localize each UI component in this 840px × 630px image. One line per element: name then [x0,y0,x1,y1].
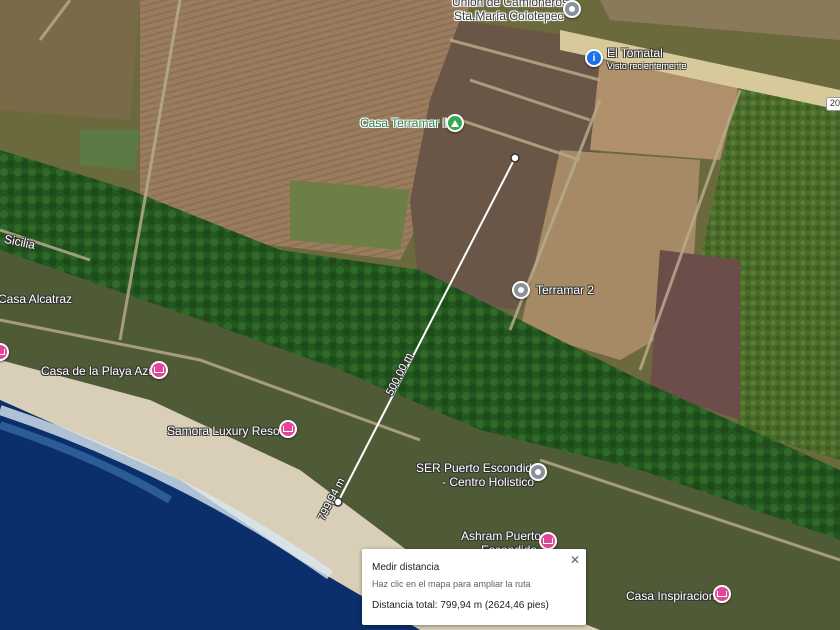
pin-dot-icon [569,6,575,12]
casa-alcatraz-label[interactable]: Casa Alcatraz [0,292,72,306]
terramar2-label[interactable]: Terramar 2 [536,283,594,297]
casa-terramar-label[interactable]: Casa Terramar II [360,116,449,130]
measure-distance-card: Medir distancia ✕ Haz clic en el mapa pa… [362,549,586,625]
casa-inspiracion-label[interactable]: Casa Inspiracion [626,589,715,603]
union-pin-icon[interactable] [563,0,581,18]
union-label-line2[interactable]: Sta.María Colotepec [454,9,563,23]
bed-icon [717,591,727,597]
tent-icon [451,119,459,127]
satellite-map[interactable] [0,0,840,630]
card-title: Medir distancia [372,562,440,573]
tomatal-sublabel: Visto recientemente [607,61,687,71]
close-icon[interactable]: ✕ [570,553,580,567]
pin-dot-icon [535,469,541,475]
farm-field-west [0,0,140,120]
samora-pin-icon[interactable] [279,420,297,438]
ser-label-line1[interactable]: SER Puerto Escondido [416,461,539,475]
bed-icon [0,349,5,355]
green-field-small [80,130,140,170]
card-hint: Haz clic en el mapa para ampliar la ruta [372,579,531,589]
ser-label-line2[interactable]: - Centro Holistico [442,475,534,489]
bed-icon [543,538,553,544]
ashram-label-line1[interactable]: Ashram Puerto [461,529,541,543]
casa-playa-azul-pin-icon[interactable] [150,361,168,379]
ashram-pin-icon[interactable] [539,532,557,550]
terramar2-pin-icon[interactable] [512,281,530,299]
info-icon: i [592,52,596,64]
bed-icon [283,426,293,432]
tomatal-label[interactable]: El Tomatal [607,46,663,60]
bed-icon [154,367,164,373]
casa-terramar-pin-icon[interactable] [446,114,464,132]
pin-dot-icon [518,287,524,293]
measure-start-point[interactable] [510,153,520,163]
casa-inspiracion-pin-icon[interactable] [713,585,731,603]
ser-pin-icon[interactable] [529,463,547,481]
samora-label[interactable]: Samora Luxury Resort [167,424,287,438]
casa-playa-azul-label[interactable]: Casa de la Playa Azul [41,364,158,378]
tomatal-pin-icon[interactable]: i [585,49,603,67]
union-label-line1[interactable]: Unión de Camioneros [452,0,568,9]
road-number-badge: 20 [826,97,840,111]
card-total-distance: Distancia total: 799,94 m (2624,46 pies) [372,600,549,611]
green-field [290,180,410,250]
